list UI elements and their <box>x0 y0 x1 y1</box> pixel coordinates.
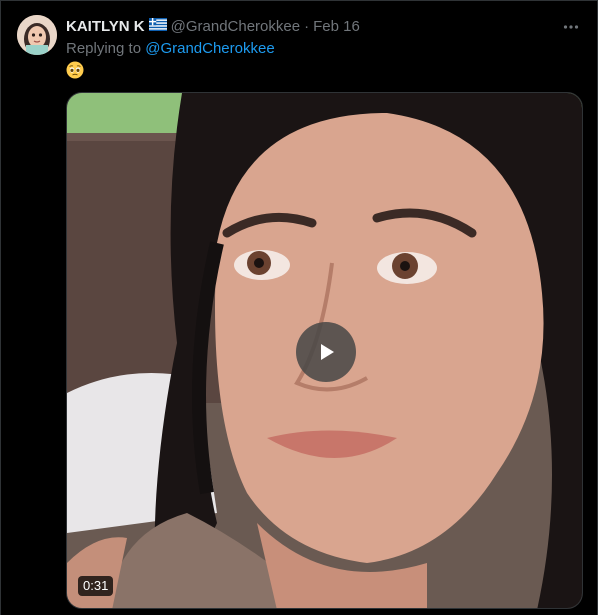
more-horizontal-icon[interactable] <box>559 15 583 39</box>
avatar-illustration <box>17 15 57 55</box>
pleading-face-emoji <box>66 61 84 79</box>
play-button[interactable] <box>296 322 356 382</box>
replying-to-mention[interactable]: @GrandCherokkee <box>145 40 274 57</box>
play-icon <box>321 344 334 360</box>
avatar[interactable] <box>17 15 57 55</box>
video-duration-badge: 0:31 <box>78 576 114 596</box>
tweet-card[interactable]: KAITLYN K @GrandCherokkee · Feb 16 Reply… <box>0 0 598 615</box>
video-player[interactable]: 0:31 <box>66 92 583 609</box>
tweet-text <box>66 61 84 85</box>
separator-dot: · <box>304 18 310 35</box>
greece-flag-icon <box>148 17 167 37</box>
author-name[interactable]: KAITLYN K <box>66 17 145 37</box>
replying-prefix: Replying to <box>66 40 142 57</box>
tweet-date[interactable]: Feb 16 <box>313 17 360 37</box>
tweet-header: KAITLYN K @GrandCherokkee · Feb 16 <box>66 17 360 37</box>
author-handle[interactable]: @GrandCherokkee <box>171 17 300 37</box>
replying-to-line: Replying to @GrandCherokkee <box>66 39 275 59</box>
